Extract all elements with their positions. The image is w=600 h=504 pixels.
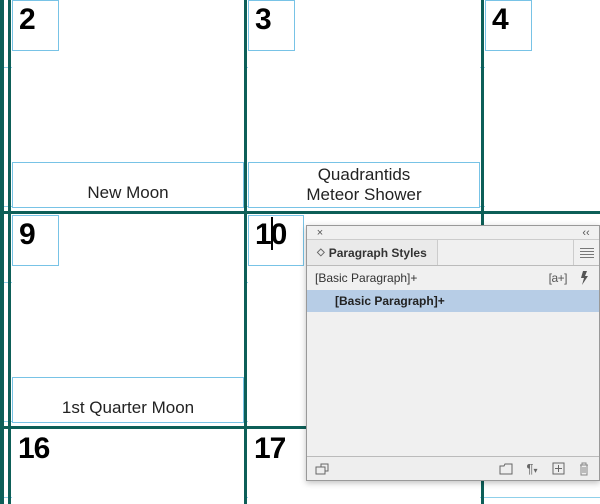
quick-apply-icon[interactable] <box>577 271 591 285</box>
panel-footer: ¶▾ <box>307 456 599 480</box>
text-cursor <box>271 217 273 250</box>
day-number-frame[interactable]: 4 <box>485 0 532 51</box>
day-number: 16 <box>18 432 49 465</box>
grid-vline <box>0 0 4 504</box>
calendar-cell[interactable]: 3 Quadrantids Meteor Shower <box>248 0 480 211</box>
sort-icon: ◇ <box>317 247 325 258</box>
event-text: 1st Quarter Moon <box>62 398 194 418</box>
grid-vline <box>8 0 11 504</box>
event-text: New Moon <box>87 183 168 203</box>
day-number-frame[interactable]: 2 <box>12 0 59 51</box>
tab-spacer <box>438 240 573 265</box>
calendar-cell[interactable]: 4 <box>485 0 600 211</box>
tab-paragraph-styles[interactable]: ◇ Paragraph Styles <box>307 240 438 265</box>
folder-icon[interactable] <box>499 462 513 476</box>
style-row-basic-paragraph[interactable]: [Basic Paragraph]+ <box>307 290 599 312</box>
calendar-cell[interactable]: 9 1st Quarter Moon <box>12 215 244 426</box>
style-list[interactable]: [Basic Paragraph]+ <box>307 290 599 440</box>
event-frame[interactable]: Quadrantids Meteor Shower <box>248 162 480 208</box>
day-number: 4 <box>492 3 508 36</box>
grid-hline <box>0 211 600 214</box>
panel-titlebar[interactable]: × ‹‹ <box>307 226 599 240</box>
day-number-frame[interactable]: 9 <box>12 215 59 266</box>
paragraph-styles-panel[interactable]: × ‹‹ ◇ Paragraph Styles [Basic Paragraph… <box>306 225 600 481</box>
grid-vline <box>244 0 247 504</box>
panel-tabbar: ◇ Paragraph Styles <box>307 240 599 266</box>
panel-menu-button[interactable] <box>573 240 599 265</box>
trash-icon[interactable] <box>577 462 591 476</box>
applied-style-label: [Basic Paragraph]+ <box>315 271 417 285</box>
day-number: 17 <box>254 432 285 465</box>
day-number: 9 <box>19 218 35 251</box>
calendar-cell[interactable]: 2 New Moon <box>12 0 244 211</box>
indesign-canvas: 2 New Moon 3 Quadrantids Meteor Shower 4… <box>0 0 600 504</box>
event-text: Quadrantids Meteor Shower <box>306 165 421 204</box>
day-number-frame[interactable]: 16 <box>12 430 55 468</box>
map-to-cc-icon[interactable] <box>315 462 329 476</box>
event-frame[interactable]: 1st Quarter Moon <box>12 377 244 423</box>
day-number: 2 <box>19 3 35 36</box>
style-row-label: [Basic Paragraph]+ <box>335 294 445 308</box>
override-indicator[interactable]: [a+] <box>549 271 567 285</box>
close-icon[interactable]: × <box>313 226 327 240</box>
tab-label: Paragraph Styles <box>329 246 427 260</box>
clear-overrides-icon[interactable]: ¶▾ <box>525 462 539 476</box>
event-frame[interactable]: New Moon <box>12 162 244 208</box>
hamburger-icon <box>580 248 594 258</box>
panel-status-row: [Basic Paragraph]+ [a+] <box>307 266 599 290</box>
calendar-cell[interactable]: 16 <box>12 430 244 504</box>
day-number-frame[interactable]: 10 <box>248 215 304 266</box>
day-number: 3 <box>255 3 271 36</box>
collapse-icon[interactable]: ‹‹ <box>579 226 593 240</box>
day-number-frame[interactable]: 3 <box>248 0 295 51</box>
day-number-frame[interactable]: 17 <box>248 430 291 468</box>
pilcrow-icon: ¶ <box>527 461 534 476</box>
new-style-icon[interactable] <box>551 462 565 476</box>
